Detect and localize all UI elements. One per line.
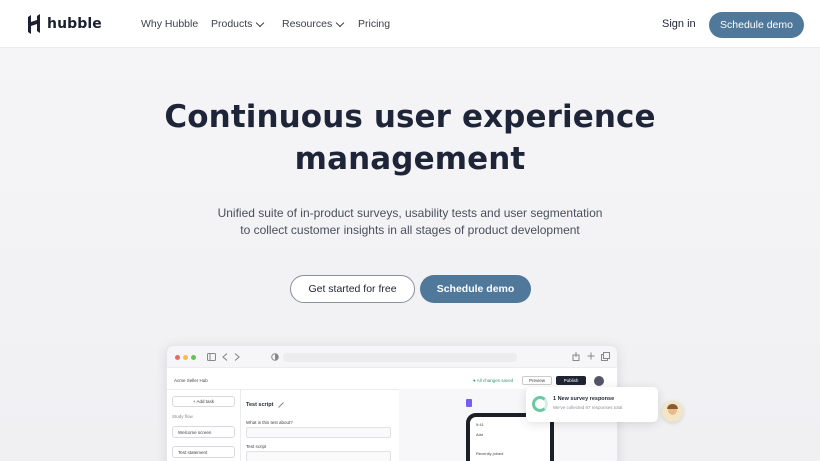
forward-arrow-icon — [234, 353, 240, 361]
phone-tab: Add — [476, 432, 484, 437]
script-input[interactable] — [246, 451, 391, 461]
publish-button[interactable]: Publish — [556, 376, 586, 385]
get-started-button[interactable]: Get started for free — [290, 275, 415, 303]
hero-title-line-1: Continuous user experience — [164, 99, 656, 135]
nav-link-pricing[interactable]: Pricing — [358, 18, 390, 30]
hubble-logo-icon — [28, 14, 40, 34]
new-tab-plus-icon — [587, 352, 595, 360]
add-task-button[interactable]: + Add task — [172, 396, 235, 407]
avatar-hair — [667, 404, 678, 409]
browser-toolbar — [167, 346, 617, 368]
nav-link-label: Why Hubble — [141, 18, 199, 30]
preview-button[interactable]: Preview — [522, 376, 552, 385]
back-arrow-icon — [222, 353, 228, 361]
hero-subtitle-line-1: Unified suite of in-product surveys, usa… — [217, 206, 603, 220]
hero-subtitle: Unified suite of in-product surveys, usa… — [0, 205, 820, 239]
question-label: What is this test about? — [246, 420, 293, 425]
step-label: Test statement — [178, 450, 208, 455]
share-icon — [572, 352, 580, 361]
hero-title-line-2: management — [294, 141, 526, 177]
hero-subtitle-line-2: to collect customer insights in all stag… — [240, 223, 580, 237]
hero-title: Continuous user experience management — [0, 96, 820, 180]
shield-icon — [271, 353, 279, 361]
question-input[interactable] — [246, 427, 391, 438]
tabs-overview-icon — [601, 352, 610, 361]
phone-time: 9:41 — [476, 422, 484, 427]
nav-link-products[interactable]: Products — [211, 18, 265, 30]
top-navigation: hubble Why Hubble Products Resources Pri… — [0, 0, 820, 48]
chevron-down-icon — [335, 18, 345, 27]
nav-link-why-hubble[interactable]: Why Hubble — [141, 18, 198, 30]
step-test-statement[interactable]: Test statement — [172, 446, 235, 458]
nav-link-resources[interactable]: Resources — [282, 18, 345, 30]
saved-status: ● All changes saved — [473, 378, 514, 383]
notification-title: 1 New survey response — [553, 396, 615, 402]
saved-status-text: All changes saved — [476, 378, 514, 383]
nav-link-label: Resources — [282, 18, 333, 30]
sidebar-toggle-icon — [207, 353, 216, 361]
phone-section: Recently joined — [476, 451, 504, 456]
step-label: Welcome screen — [178, 430, 212, 435]
minimize-dot-icon — [183, 355, 188, 360]
logo[interactable]: hubble — [27, 14, 102, 34]
floating-user-avatar — [662, 401, 683, 422]
sign-in-link[interactable]: Sign in — [662, 18, 696, 30]
survey-notification[interactable]: 1 New survey response We've collected 67… — [526, 387, 658, 422]
nav-link-label: Products — [211, 18, 253, 30]
step-welcome-screen[interactable]: Welcome screen — [172, 426, 235, 438]
workspace-name: Acme Seller Hub — [174, 378, 208, 383]
donut-chart-icon — [532, 396, 548, 412]
address-bar[interactable] — [283, 353, 517, 362]
maximize-dot-icon — [191, 355, 196, 360]
schedule-demo-button[interactable]: Schedule demo — [709, 12, 804, 38]
test-script-title: Test script — [246, 402, 274, 408]
hero-schedule-demo-button[interactable]: Schedule demo — [420, 275, 531, 303]
figma-icon — [466, 399, 472, 407]
logo-text: hubble — [47, 16, 102, 32]
chevron-down-icon — [256, 18, 265, 27]
notification-body: We've collected 67 responses total — [553, 405, 623, 410]
edit-pencil-icon[interactable] — [278, 402, 284, 408]
nav-link-label: Pricing — [358, 18, 391, 30]
user-avatar[interactable] — [594, 376, 604, 386]
study-flow-label: Study flow — [172, 414, 193, 419]
script-label: Test script — [246, 444, 267, 449]
sidebar-divider — [240, 389, 241, 461]
close-dot-icon — [175, 355, 180, 360]
